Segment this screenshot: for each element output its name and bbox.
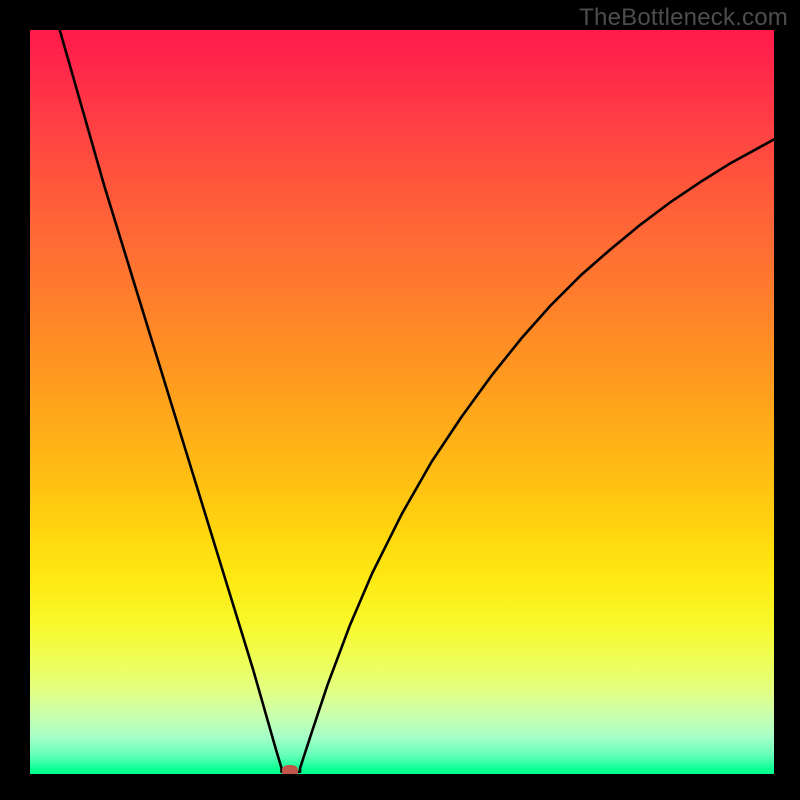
plot-area (30, 30, 774, 774)
watermark-text: TheBottleneck.com (579, 4, 788, 32)
minimum-marker (282, 765, 298, 774)
chart-container: TheBottleneck.com (0, 0, 800, 800)
bottleneck-curve (30, 30, 774, 774)
curve-line (60, 30, 774, 772)
